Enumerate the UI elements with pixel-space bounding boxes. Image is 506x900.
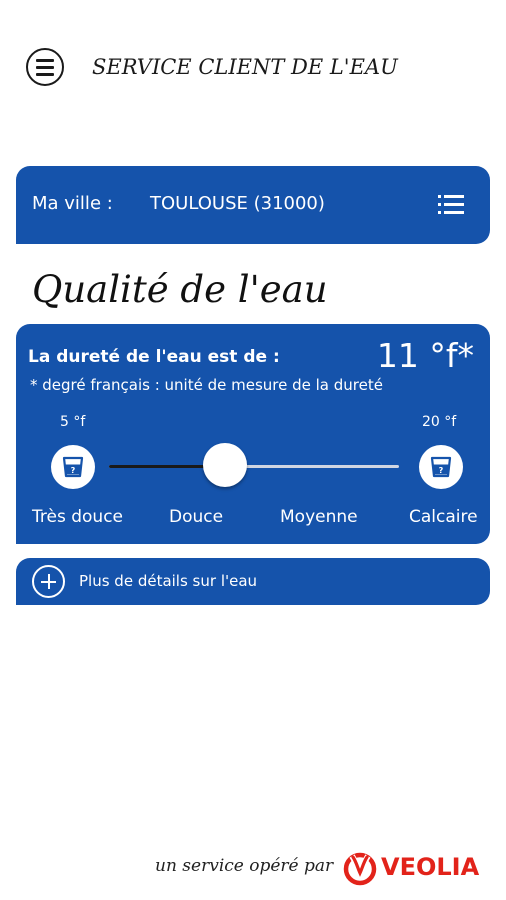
veolia-brand: VEOLIA: [381, 853, 480, 881]
scale-min-label: 5 °f: [60, 414, 86, 430]
scale-max-label: 20 °f: [422, 414, 457, 430]
app-title: SERVICE CLIENT DE L'EAU: [92, 55, 398, 79]
water-hardness-card: La dureté de l'eau est de : 11 °f* * deg…: [16, 324, 490, 544]
hardness-note: * degré français : unité de mesure de la…: [30, 376, 383, 394]
page-title: Qualité de l'eau: [32, 268, 328, 311]
hardness-slider-thumb[interactable]: [203, 443, 247, 487]
level-tres-douce: Très douce: [32, 507, 123, 527]
glass-of-water-icon: ?: [419, 445, 463, 489]
svg-text:?: ?: [439, 466, 444, 475]
list-icon[interactable]: [438, 195, 464, 215]
hamburger-menu-icon[interactable]: [26, 48, 64, 86]
plus-circle-icon: [32, 565, 65, 598]
hardness-slider-track[interactable]: [109, 465, 399, 468]
hardness-label: La dureté de l'eau est de :: [28, 347, 280, 367]
city-selector[interactable]: Ma ville : TOULOUSE (31000): [16, 166, 490, 244]
level-douce: Douce: [169, 507, 224, 527]
more-details-label: Plus de détails sur l'eau: [79, 572, 258, 590]
city-label: Ma ville :: [32, 193, 113, 214]
glass-of-water-icon: ?: [51, 445, 95, 489]
menu-line: [36, 58, 54, 62]
city-value: TOULOUSE (31000): [150, 193, 325, 214]
more-details-button[interactable]: Plus de détails sur l'eau: [16, 558, 490, 605]
level-moyenne: Moyenne: [280, 507, 358, 527]
footer-text: un service opéré par: [155, 856, 334, 876]
hardness-value: 11 °f*: [376, 336, 474, 375]
svg-text:?: ?: [71, 466, 76, 475]
level-calcaire: Calcaire: [409, 507, 478, 527]
menu-line: [36, 65, 54, 69]
menu-line: [36, 72, 54, 76]
veolia-logo-icon: [341, 850, 379, 886]
